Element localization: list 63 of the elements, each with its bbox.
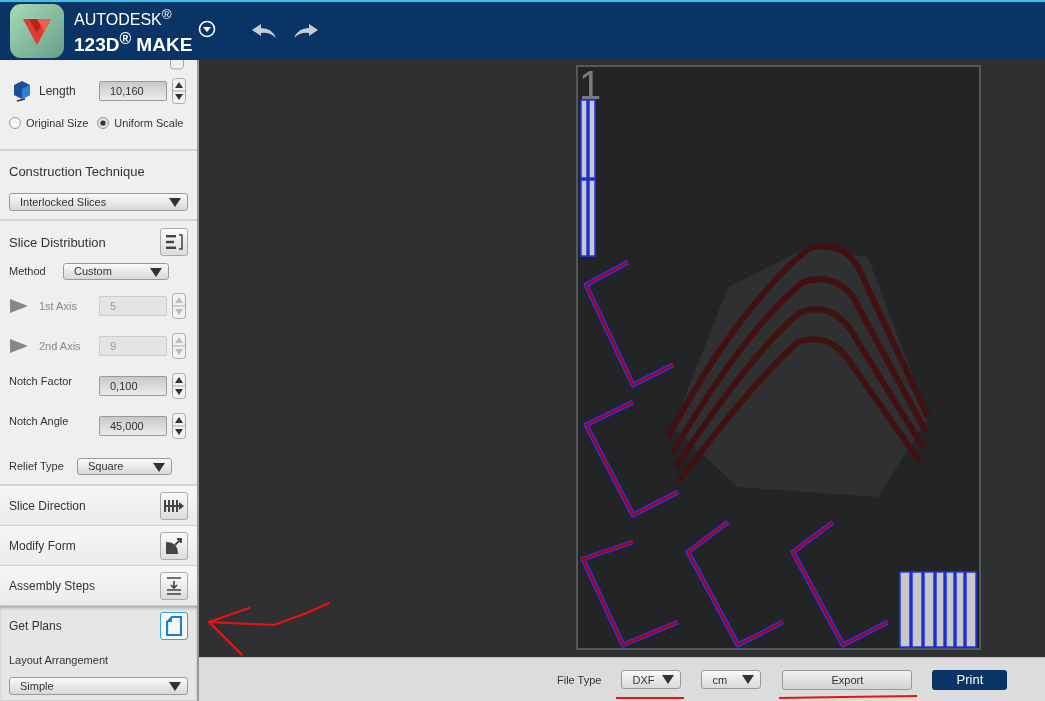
layout-dropdown[interactable]: Simple [9, 677, 188, 695]
field-label: 1st Axis [39, 300, 78, 312]
step-title: Assembly Steps [9, 579, 96, 593]
sheet-number: 1 [579, 63, 602, 108]
radio-button[interactable] [97, 117, 110, 129]
export-button[interactable]: Export [782, 669, 913, 690]
caret-icon [150, 267, 162, 277]
number-field[interactable]: 45,000 [99, 416, 167, 436]
length-field[interactable]: 10,160 [99, 81, 167, 101]
field-label: Method [9, 265, 47, 277]
unit-dropdown[interactable]: cm [701, 670, 762, 689]
product-name: 123D$^{®}$ MAKE [74, 31, 193, 55]
step-title: Slice Direction [9, 499, 86, 513]
print-button[interactable]: Print [932, 669, 1008, 690]
sheet-icon [166, 616, 182, 636]
step-panel[interactable]: Assembly Steps [0, 566, 197, 606]
step-button[interactable] [160, 532, 188, 560]
step-button[interactable] [160, 572, 188, 600]
field-label: Layout Arrangement [9, 654, 110, 666]
caret-icon [153, 462, 165, 472]
length-label: Length [39, 84, 77, 98]
field-label: Relief Type [9, 460, 65, 472]
field-label: Notch Factor [9, 375, 73, 387]
list-icon [165, 234, 183, 250]
file-type-dropdown[interactable]: DXF [621, 670, 682, 689]
spinner-icon[interactable] [172, 413, 186, 439]
caret-icon [169, 682, 181, 691]
brand-name: AUTODESK$^{®}$ [74, 7, 173, 28]
file-type-label: File Type [557, 673, 602, 686]
distribution-button[interactable] [160, 228, 188, 256]
spinner-icon[interactable] [172, 373, 186, 399]
option-dropdown[interactable]: Custom [63, 262, 169, 280]
spinner-icon[interactable] [172, 78, 186, 104]
cube-icon [13, 80, 31, 102]
step-button[interactable] [160, 492, 188, 520]
radio-button[interactable] [9, 117, 21, 129]
caret-icon [169, 198, 181, 207]
bend-icon [165, 537, 183, 555]
step-panel[interactable]: Get Plans Layout Arrangement Simple [0, 606, 197, 701]
steps-icon [166, 577, 182, 595]
radio-label: Original Size [26, 117, 89, 129]
dropdown-circle-icon[interactable] [198, 20, 217, 38]
underline-mark [615, 695, 685, 701]
play-icon [9, 338, 29, 354]
app-logo-icon [10, 4, 64, 58]
option-dropdown[interactable]: Square [77, 457, 172, 475]
play-icon [9, 298, 29, 314]
caret-icon [662, 675, 675, 684]
field-label: Notch Angle [9, 415, 70, 427]
field-label: 2nd Axis [39, 340, 82, 352]
step-title: Get Plans [9, 619, 62, 633]
caret-icon [742, 675, 755, 684]
step-title: Modify Form [9, 539, 76, 553]
technique-dropdown[interactable]: Interlocked Slices [9, 193, 188, 211]
step-panel[interactable]: Modify Form [0, 526, 197, 566]
undo-icon[interactable] [250, 22, 279, 40]
section-title: Construction Technique [9, 164, 146, 179]
step-panel[interactable]: Slice Direction [0, 486, 197, 526]
step-button[interactable] [160, 612, 188, 640]
slices-icon [163, 499, 185, 513]
radio-label: Uniform Scale [114, 117, 184, 129]
section-title: Slice Distribution [9, 234, 106, 250]
number-field[interactable]: 0,100 [99, 376, 167, 396]
